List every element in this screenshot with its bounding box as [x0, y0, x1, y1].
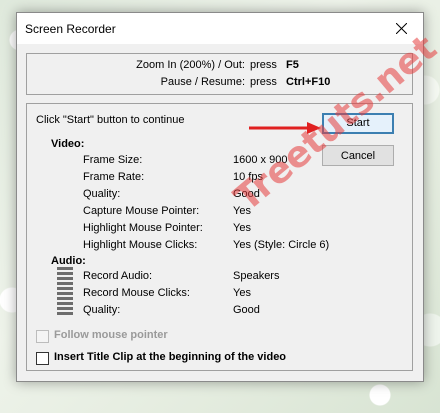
video-label: Capture Mouse Pointer:: [83, 205, 200, 217]
video-value: Yes (Style: Circle 6): [233, 239, 330, 251]
title-clip-checkbox[interactable]: [36, 352, 49, 365]
hotkey-zoom-row: Zoom In (200%) / Out: press F5: [27, 59, 412, 73]
close-icon: [396, 23, 407, 34]
audio-label: Record Audio:: [83, 270, 153, 282]
video-value: Yes: [233, 205, 251, 217]
audio-heading: Audio:: [51, 255, 86, 267]
audio-level-meter-icon: [57, 267, 73, 317]
audio-label: Record Mouse Clicks:: [83, 287, 190, 299]
hotkey-press: press: [250, 59, 277, 71]
video-value: Good: [233, 188, 260, 200]
audio-value: Good: [233, 304, 260, 316]
screen-recorder-dialog: Screen Recorder Zoom In (200%) / Out: pr…: [16, 12, 440, 382]
arrow-icon: [249, 122, 321, 134]
hotkey-key: Ctrl+F10: [286, 76, 331, 88]
close-button[interactable]: [379, 13, 423, 44]
hotkey-description: Pause / Resume:: [160, 76, 245, 88]
video-heading: Video:: [51, 138, 85, 150]
video-value: 1600 x 900: [233, 154, 288, 166]
hotkeys-panel: Zoom In (200%) / Out: press F5 Pause / R…: [26, 53, 413, 95]
cancel-button[interactable]: Cancel: [322, 145, 394, 166]
start-hint: Click "Start" button to continue: [36, 114, 185, 126]
video-label: Highlight Mouse Pointer:: [83, 222, 203, 234]
video-label: Highlight Mouse Clicks:: [83, 239, 198, 251]
settings-panel: Click "Start" button to continue Start C…: [26, 103, 413, 371]
follow-pointer-checkbox: [36, 330, 49, 343]
audio-label: Quality:: [83, 304, 121, 316]
start-button[interactable]: Start: [322, 113, 394, 134]
title-clip-label[interactable]: Insert Title Clip at the beginning of th…: [54, 351, 286, 363]
hotkey-press: press: [250, 76, 277, 88]
hotkey-key: F5: [286, 59, 299, 71]
follow-pointer-label: Follow mouse pointer: [54, 329, 168, 341]
video-label: Frame Rate:: [83, 171, 145, 183]
audio-value: Speakers: [233, 270, 280, 282]
video-value: Yes: [233, 222, 251, 234]
window-title: Screen Recorder: [25, 22, 116, 36]
title-bar: Screen Recorder: [17, 13, 423, 44]
video-value: 10 fps: [233, 171, 263, 183]
audio-value: Yes: [233, 287, 251, 299]
video-label: Quality:: [83, 188, 121, 200]
hotkey-description: Zoom In (200%) / Out:: [136, 59, 245, 71]
hotkey-pause-row: Pause / Resume: press Ctrl+F10: [27, 76, 412, 90]
video-label: Frame Size:: [83, 154, 143, 166]
